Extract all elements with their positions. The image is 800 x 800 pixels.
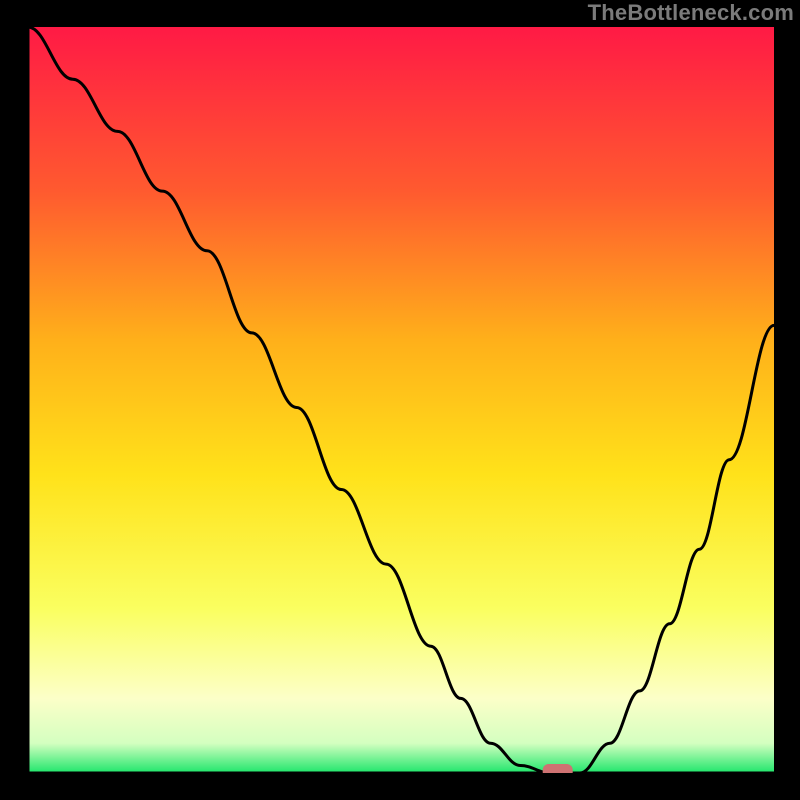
optimal-point-marker: [543, 764, 573, 778]
bottleneck-chart: [0, 0, 800, 800]
watermark-text: TheBottleneck.com: [588, 0, 794, 26]
heat-gradient-area: [28, 27, 774, 773]
chart-stage: TheBottleneck.com: [0, 0, 800, 800]
